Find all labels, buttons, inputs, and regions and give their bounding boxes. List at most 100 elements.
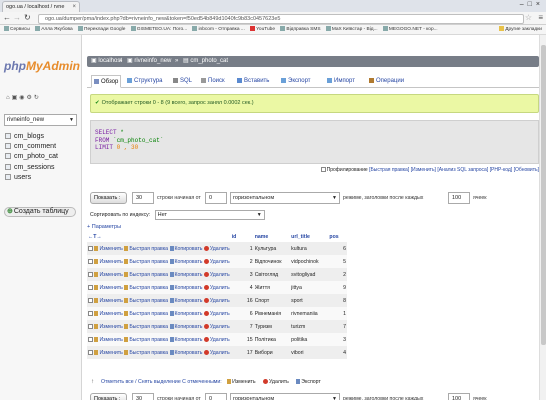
row-checkbox[interactable]	[88, 297, 93, 303]
table-row[interactable]: Изменить Быстрая правка Копировать Удали…	[87, 281, 347, 294]
delete-link[interactable]: Удалить	[203, 323, 230, 330]
edit-link[interactable]: Изменить	[94, 284, 123, 291]
start-row-input-bottom[interactable]: 0	[205, 393, 227, 400]
bookmark-item[interactable]: MEGOGO.NET - кор...	[382, 25, 438, 34]
phpmyadmin-logo[interactable]: phpMyAdmin	[4, 59, 80, 73]
edit-link[interactable]: Изменить	[94, 258, 123, 265]
cell-name[interactable]: Життя	[254, 281, 290, 294]
table-row[interactable]: Изменить Быстрая правка Копировать Удали…	[87, 268, 347, 281]
tab-operations[interactable]: Операции	[367, 75, 406, 88]
copy-link[interactable]: Копировать	[169, 284, 202, 291]
profiling-checkbox[interactable]	[320, 167, 326, 172]
cell-id[interactable]: 2	[231, 255, 254, 268]
address-bar[interactable]: ogo.ua/dumper/pma/index.php?db=rivneinfo…	[38, 14, 524, 24]
display-mode-select[interactable]: горизонтальном ▼	[230, 192, 340, 204]
row-checkbox[interactable]	[88, 323, 93, 329]
bulk-export-button[interactable]: Экспорт	[296, 379, 321, 385]
quick-edit-link[interactable]: [Быстрая правка]	[369, 167, 409, 173]
table-row[interactable]: Изменить Быстрая правка Копировать Удали…	[87, 320, 347, 333]
bookmark-item[interactable]: Алла Якубова	[35, 25, 73, 34]
cell-id[interactable]: 16	[231, 294, 254, 307]
cell-pos[interactable]: 1	[328, 307, 347, 320]
rows-count-input[interactable]: 30	[132, 192, 154, 204]
cell-name[interactable]: Туризм	[254, 320, 290, 333]
show-button[interactable]: Показать :	[90, 192, 127, 204]
cell-pos[interactable]: 3	[328, 333, 347, 346]
other-bookmarks[interactable]: Другие закладки	[499, 25, 542, 34]
breadcrumb-table[interactable]: ▤ cm_photo_cat	[183, 56, 228, 67]
cell-pos[interactable]: 5	[328, 255, 347, 268]
cell-id[interactable]: 3	[231, 268, 254, 281]
table-row[interactable]: Изменить Быстрая правка Копировать Удали…	[87, 333, 347, 346]
tab-search[interactable]: Поиск	[199, 75, 227, 88]
table-row[interactable]: Изменить Быстрая правка Копировать Удали…	[87, 307, 347, 320]
breadcrumb-server[interactable]: ▣ localhost	[91, 56, 122, 67]
delete-link[interactable]: Удалить	[203, 271, 230, 278]
cell-pos[interactable]: 9	[328, 281, 347, 294]
copy-link[interactable]: Копировать	[169, 245, 202, 252]
table-row[interactable]: Изменить Быстрая правка Копировать Удали…	[87, 242, 347, 255]
bookmark-item[interactable]: inbcom - Отправка ...	[192, 25, 245, 34]
bookmark-item[interactable]: YouTube	[250, 25, 275, 34]
copy-link[interactable]: Копировать	[169, 297, 202, 304]
back-icon[interactable]: ←	[3, 13, 11, 22]
cell-id[interactable]: 4	[231, 281, 254, 294]
quick-edit-link[interactable]: Быстрая правка	[124, 271, 168, 278]
menu-icon[interactable]: ≡	[538, 13, 543, 22]
bulk-edit-button[interactable]: Изменить	[227, 379, 256, 385]
cell-url-title[interactable]: rivnemaniia	[290, 307, 328, 320]
cell-id[interactable]: 17	[231, 346, 254, 359]
tab-browse[interactable]: Обзор	[91, 75, 122, 88]
table-item[interactable]: users	[5, 173, 58, 183]
cell-url-title[interactable]: vidpochinok	[290, 255, 328, 268]
analyze-link[interactable]: [Анализ SQL запроса]	[437, 167, 488, 173]
row-checkbox[interactable]	[88, 349, 93, 355]
bookmark-item[interactable]: Сервисы	[4, 25, 30, 34]
cell-id[interactable]: 7	[231, 320, 254, 333]
bookmark-item[interactable]: Відправка SMS	[280, 25, 321, 34]
row-checkbox[interactable]	[88, 336, 93, 342]
cell-url-title[interactable]: svitogliyad	[290, 268, 328, 281]
delete-link[interactable]: Удалить	[203, 349, 230, 356]
browser-tab[interactable]: ogo.ua / localhost / rvne ×	[2, 1, 80, 12]
copy-link[interactable]: Копировать	[169, 323, 202, 330]
row-checkbox[interactable]	[88, 271, 93, 277]
copy-link[interactable]: Копировать	[169, 336, 202, 343]
column-header-url-title[interactable]: url_title	[290, 232, 328, 242]
tab-export[interactable]: Экспорт	[279, 75, 313, 88]
cell-name[interactable]: Спорт	[254, 294, 290, 307]
cell-pos[interactable]: 2	[328, 268, 347, 281]
bookmark-item[interactable]: Переклади Google	[78, 25, 125, 34]
row-checkbox[interactable]	[88, 245, 93, 251]
check-all-link[interactable]: Отметить все / Снять выделение С отмечен…	[101, 379, 222, 385]
column-header-name[interactable]: name	[254, 232, 290, 242]
cell-url-title[interactable]: kultura	[290, 242, 328, 255]
cell-name[interactable]: Політика	[254, 333, 290, 346]
cell-url-title[interactable]: sport	[290, 294, 328, 307]
forward-icon[interactable]: →	[13, 13, 21, 22]
edit-link[interactable]: Изменить	[94, 336, 123, 343]
cell-name[interactable]: Рівнеманія	[254, 307, 290, 320]
delete-link[interactable]: Удалить	[203, 310, 230, 317]
cell-id[interactable]: 6	[231, 307, 254, 320]
table-item[interactable]: cm_sessions	[5, 163, 58, 173]
delete-link[interactable]: Удалить	[203, 258, 230, 265]
cell-pos[interactable]: 4	[328, 346, 347, 359]
quick-edit-link[interactable]: Быстрая правка	[124, 310, 168, 317]
copy-link[interactable]: Копировать	[169, 310, 202, 317]
cell-pos[interactable]: 7	[328, 320, 347, 333]
options-toggle[interactable]: + Параметры	[87, 224, 121, 230]
window-controls[interactable]: –□×	[520, 1, 544, 8]
delete-link[interactable]: Удалить	[203, 245, 230, 252]
home-icons[interactable]: ⌂▣◉⚙↻	[6, 94, 41, 101]
delete-link[interactable]: Удалить	[203, 284, 230, 291]
edit-link[interactable]: Изменить	[94, 297, 123, 304]
quick-edit-link[interactable]: Быстрая правка	[124, 297, 168, 304]
display-mode-select-bottom[interactable]: горизонтальном ▼	[230, 393, 340, 400]
cell-pos[interactable]: 8	[328, 294, 347, 307]
tab-import[interactable]: Импорт	[325, 75, 357, 88]
edit-link[interactable]: Изменить	[94, 310, 123, 317]
bookmark-star-icon[interactable]: ☆	[525, 13, 532, 22]
php-code-link[interactable]: [PHP-код]	[490, 167, 513, 173]
edit-link[interactable]: Изменить	[94, 349, 123, 356]
